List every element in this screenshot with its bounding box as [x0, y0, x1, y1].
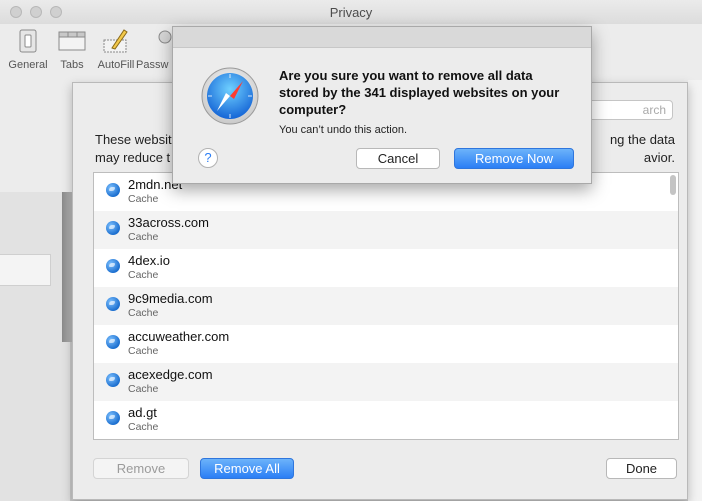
tabs-icon — [58, 31, 86, 51]
globe-icon — [106, 183, 120, 197]
scrollbar-thumb[interactable] — [670, 175, 676, 195]
background-sidebar — [0, 192, 70, 501]
website-name: ad.gt — [128, 405, 157, 420]
toolbar-passwords-label: Passw — [136, 59, 169, 71]
alert-subtitle: You can’t undo this action. — [279, 124, 408, 136]
website-row[interactable]: 4dex.io Cache — [94, 249, 678, 287]
description-right-1: ng the data — [609, 132, 675, 147]
toolbar-autofill[interactable]: AutoFill — [90, 24, 142, 76]
toolbar-passwords[interactable]: Passw — [136, 24, 176, 76]
website-data-kind: Cache — [128, 383, 159, 395]
toolbar-autofill-label: AutoFill — [97, 59, 135, 71]
website-data-kind: Cache — [128, 307, 159, 319]
website-row[interactable]: accuweather.com Cache — [94, 325, 678, 363]
website-data-kind: Cache — [128, 193, 159, 205]
remove-now-button[interactable]: Remove Now — [454, 148, 574, 169]
confirm-alert: Are you sure you want to remove all data… — [172, 26, 592, 184]
background-right-edge — [688, 80, 702, 501]
globe-icon — [106, 335, 120, 349]
website-data-kind: Cache — [128, 345, 159, 357]
remove-all-button[interactable]: Remove All — [200, 458, 294, 479]
globe-icon — [106, 297, 120, 311]
globe-icon — [106, 221, 120, 235]
done-button[interactable]: Done — [606, 458, 677, 479]
website-data-kind: Cache — [128, 421, 159, 433]
background-field — [0, 254, 51, 286]
safari-compass-icon — [201, 67, 259, 125]
website-row[interactable]: ad.gt Cache — [94, 401, 678, 439]
alert-header — [173, 27, 591, 48]
alert-title: Are you sure you want to remove all data… — [279, 68, 560, 117]
globe-icon — [106, 373, 120, 387]
globe-icon — [106, 411, 120, 425]
website-name: 4dex.io — [128, 253, 170, 268]
switch-icon — [19, 29, 37, 53]
title-bar: Privacy — [0, 0, 702, 24]
website-data-kind: Cache — [128, 269, 159, 281]
description-right: ng the data avior. — [610, 131, 675, 167]
website-name: 33across.com — [128, 215, 209, 230]
website-row[interactable]: 33across.com Cache — [94, 211, 678, 249]
help-icon[interactable]: ? — [198, 148, 218, 168]
website-name: accuweather.com — [128, 329, 230, 344]
pencil-icon — [103, 29, 128, 53]
description-right-2: avior. — [643, 150, 675, 165]
globe-icon — [106, 259, 120, 273]
website-data-kind: Cache — [128, 231, 159, 243]
website-row[interactable]: acexedge.com Cache — [94, 363, 678, 401]
website-name: 9c9media.com — [128, 291, 213, 306]
website-list[interactable]: 2mdn.net Cache 33across.com Cache 4dex.io Cac… — [93, 172, 679, 440]
window-title: Privacy — [329, 5, 373, 20]
cancel-button[interactable]: Cancel — [356, 148, 440, 169]
remove-button[interactable]: Remove — [93, 458, 189, 479]
website-name: acexedge.com — [128, 367, 213, 382]
background-image — [62, 192, 72, 342]
website-row[interactable]: 9c9media.com Cache — [94, 287, 678, 325]
